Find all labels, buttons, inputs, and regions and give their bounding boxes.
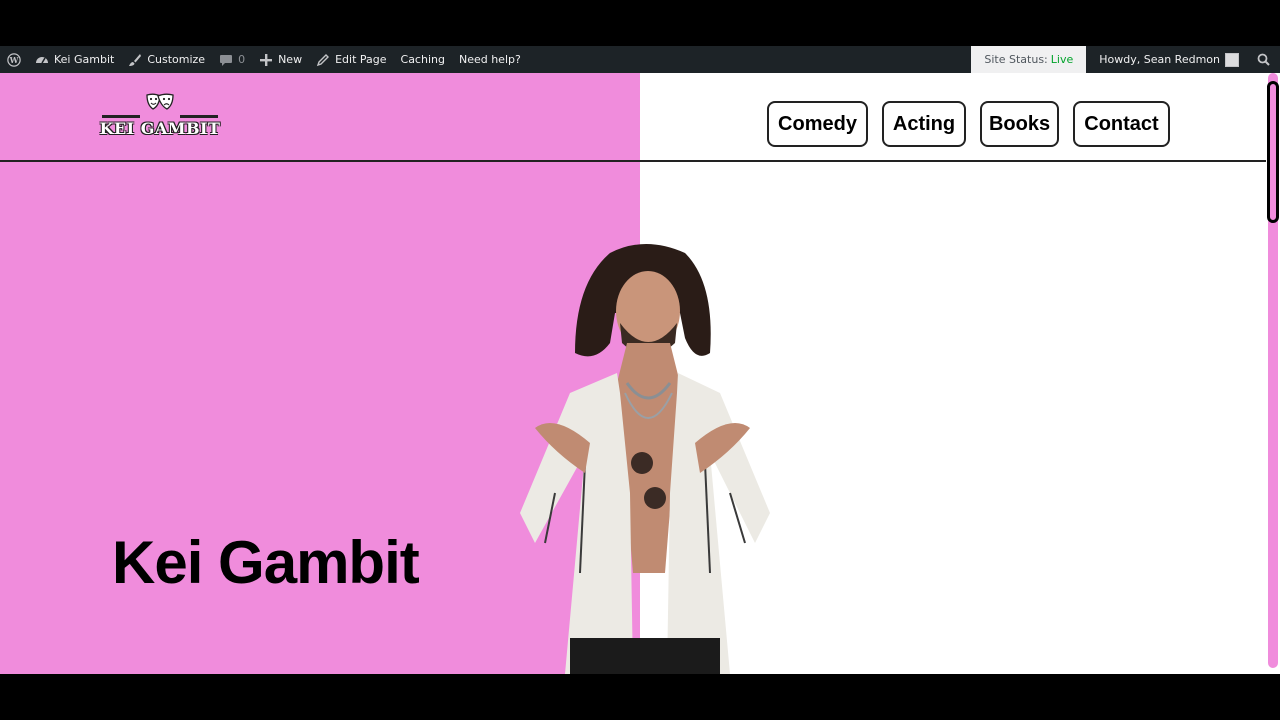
caching-label: Caching [400,53,445,66]
browser-viewport: W Kei Gambit Customize 0 New Edit Page C… [0,46,1280,674]
nav-acting-button[interactable]: Acting [882,101,966,147]
search-button[interactable] [1246,46,1280,73]
hero-portrait-image [520,244,770,674]
new-label: New [278,53,303,66]
logo-text: KEI GAMBIT [99,119,221,138]
wp-admin-bar: W Kei Gambit Customize 0 New Edit Page C… [0,46,1280,73]
site-status-value: Live [1050,53,1074,66]
paintbrush-icon [128,53,142,67]
wordpress-logo-button[interactable]: W [0,46,28,73]
logo-bar-left [102,115,140,118]
customize-label: Customize [147,53,206,66]
user-account-menu[interactable]: Howdy, Sean Redmon [1086,46,1246,73]
site-logo[interactable]: KEI GAMBIT [92,93,228,143]
main-navigation: Comedy Acting Books Contact [767,101,1170,147]
edit-page-link[interactable]: Edit Page [309,46,393,73]
svg-text:W: W [9,56,19,65]
customize-link[interactable]: Customize [121,46,212,73]
edit-page-label: Edit Page [335,53,387,66]
nav-contact-button[interactable]: Contact [1073,101,1170,147]
header-divider [0,160,1266,162]
scrollbar-thumb[interactable] [1267,81,1279,223]
search-icon [1256,53,1270,67]
need-help-label: Need help? [458,53,521,66]
site-status-indicator[interactable]: Site Status: Live [971,46,1087,73]
caching-link[interactable]: Caching [394,46,452,73]
hero-title: Kei Gambit [112,529,420,596]
avatar [1225,52,1239,67]
theatre-masks-icon [146,93,174,110]
admin-bar-right: Site Status: Live Howdy, Sean Redmon [971,46,1280,73]
need-help-link[interactable]: Need help? [452,46,528,73]
nav-comedy-button[interactable]: Comedy [767,101,868,147]
comments-count: 0 [238,53,246,66]
new-content-link[interactable]: New [252,46,309,73]
dashboard-icon [35,53,49,67]
site-name-link[interactable]: Kei Gambit [28,46,121,73]
wordpress-icon: W [7,52,21,67]
comments-link[interactable]: 0 [212,46,252,73]
nav-books-button[interactable]: Books [980,101,1059,147]
logo-bar-right [180,115,218,118]
pencil-icon [316,53,330,67]
site-page: KEI GAMBIT Comedy Acting Books Contact K… [0,73,1266,674]
comment-bubble-icon [219,53,233,67]
plus-icon [259,53,273,67]
site-name-label: Kei Gambit [54,53,115,66]
page-scrollbar[interactable] [1266,73,1280,674]
howdy-label: Howdy, Sean Redmon [1099,53,1220,66]
site-status-label: Site Status: [984,53,1048,66]
